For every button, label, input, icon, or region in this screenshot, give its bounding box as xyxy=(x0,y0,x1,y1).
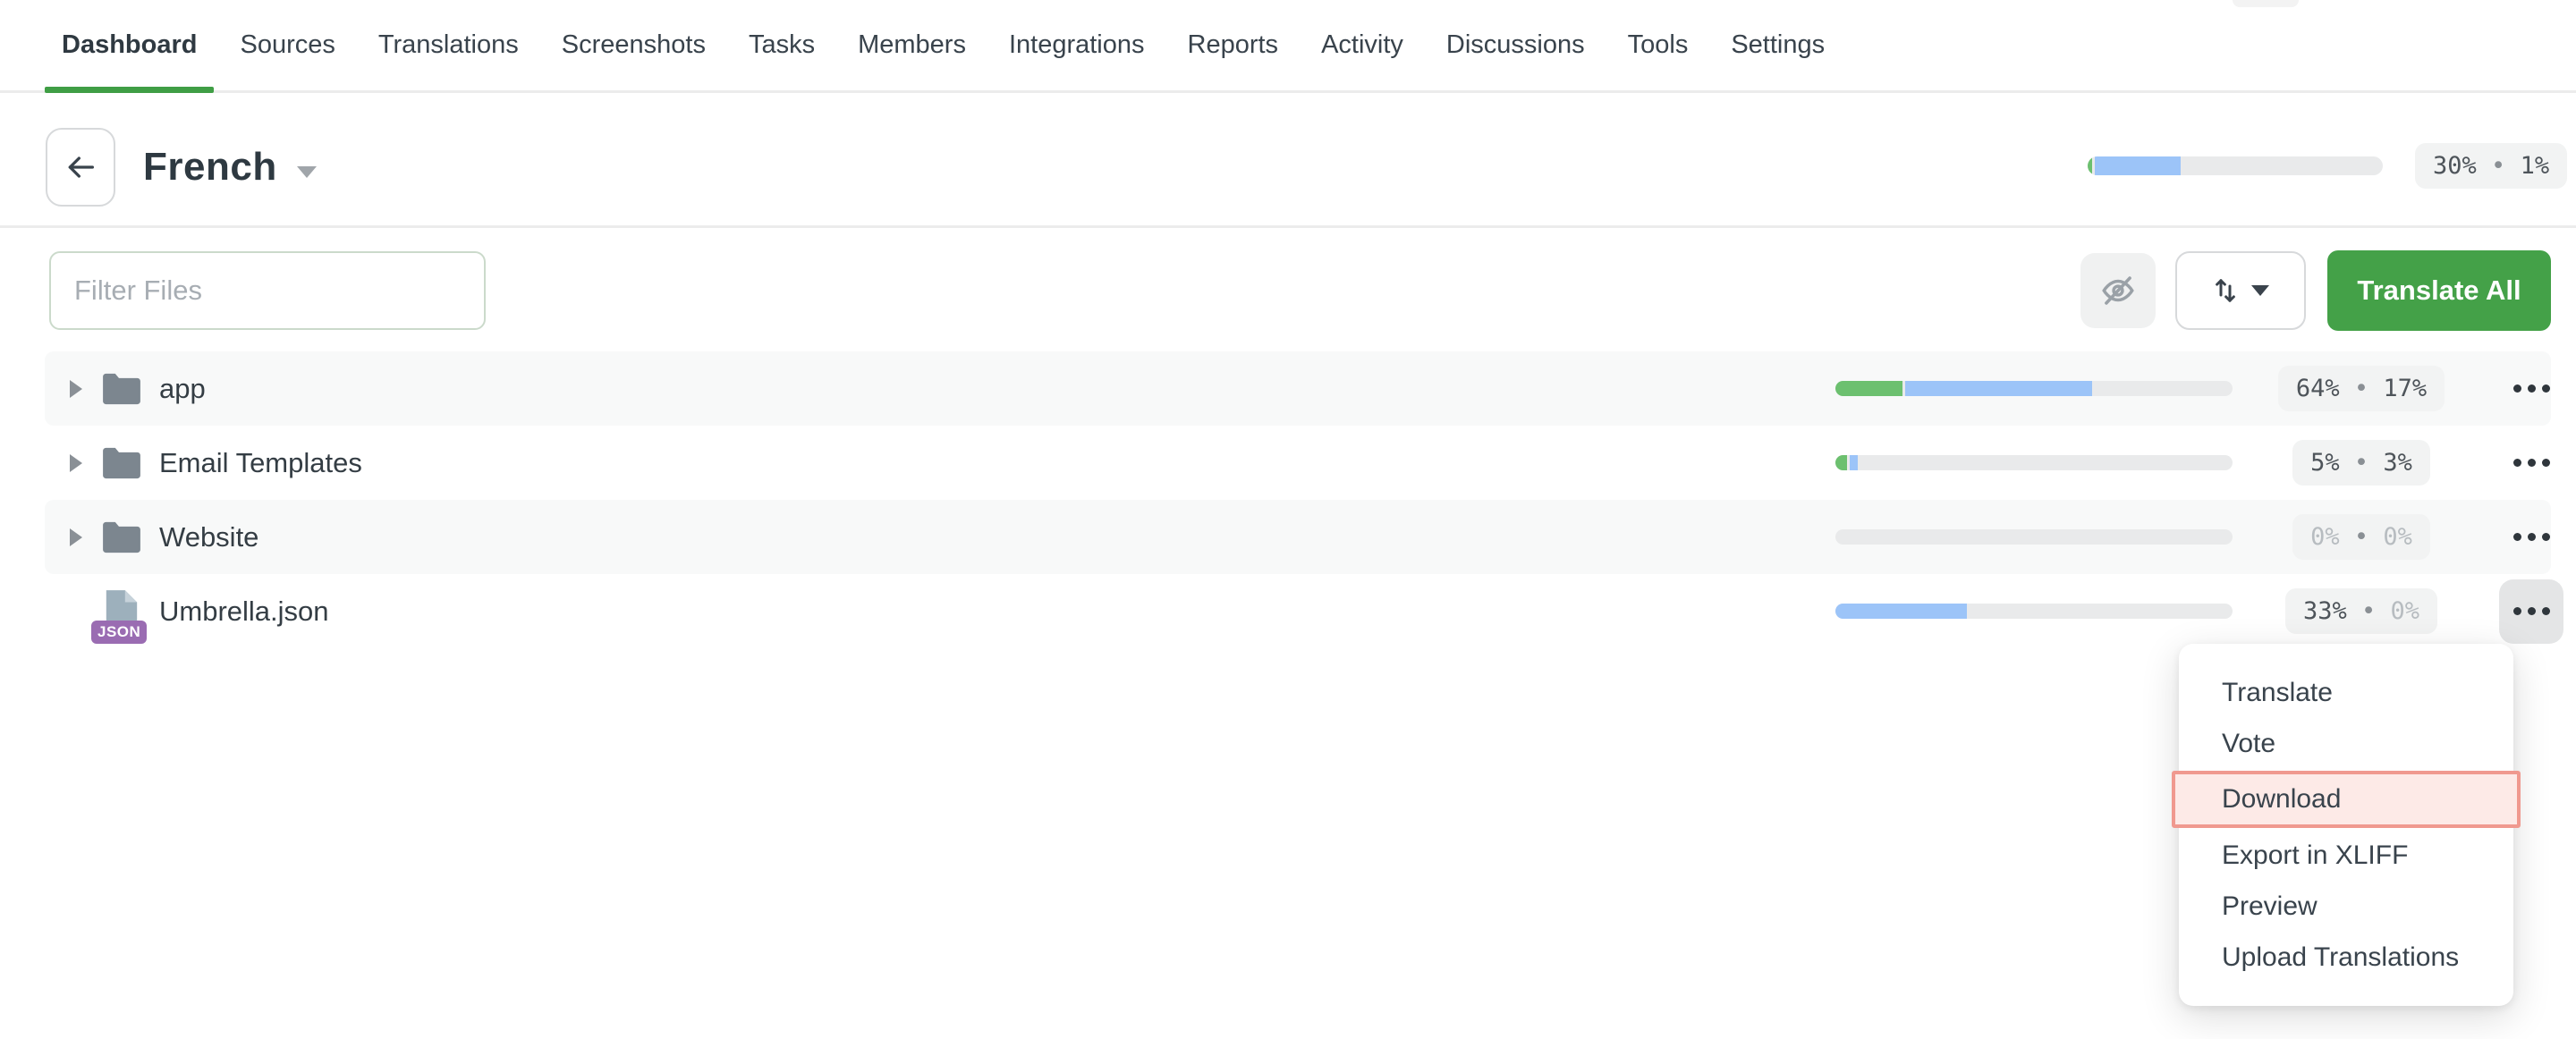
folder-icon xyxy=(101,520,142,554)
menu-item-export-xliff[interactable]: Export in XLIFF xyxy=(2179,830,2513,881)
file-row-website[interactable]: Website 0% • 0% xyxy=(45,500,2551,574)
row-more-actions-button[interactable] xyxy=(2499,357,2563,421)
tab-translations[interactable]: Translations xyxy=(361,30,536,90)
json-file-badge: JSON xyxy=(91,621,147,644)
menu-item-upload-translations[interactable]: Upload Translations xyxy=(2179,932,2513,983)
file-actions-menu: Translate Vote Download Export in XLIFF … xyxy=(2179,644,2513,1006)
header-divider xyxy=(0,225,2576,228)
menu-item-vote[interactable]: Vote xyxy=(2179,718,2513,769)
ellipsis-icon xyxy=(2513,384,2521,393)
tab-members[interactable]: Members xyxy=(841,30,983,90)
tab-tasks[interactable]: Tasks xyxy=(732,30,832,90)
approved-percent: 0% xyxy=(2391,597,2420,625)
cutoff-top-element xyxy=(2233,0,2299,7)
translated-progress-segment xyxy=(1850,455,1858,470)
row-more-actions-button[interactable] xyxy=(2499,431,2563,495)
approved-percent: 17% xyxy=(2383,375,2427,402)
file-row-umbrella-json[interactable]: JSON Umbrella.json 33% • 0% xyxy=(45,574,2551,648)
bullet-separator: • xyxy=(2354,449,2368,477)
row-progress-badge: 5% • 3% xyxy=(2292,440,2430,486)
translated-progress-segment xyxy=(1905,381,2092,396)
tab-reports[interactable]: Reports xyxy=(1171,30,1296,90)
expand-caret-icon[interactable] xyxy=(70,380,82,398)
file-row-email-templates[interactable]: Email Templates 5% • 3% xyxy=(45,426,2551,500)
file-name: Email Templates xyxy=(159,447,362,479)
header-progress-bar xyxy=(2088,156,2383,175)
folder-icon xyxy=(101,446,142,480)
tab-screenshots[interactable]: Screenshots xyxy=(545,30,723,90)
approved-percent: 3% xyxy=(2383,449,2412,477)
translated-percent: 5% xyxy=(2310,449,2340,477)
row-progress-bar xyxy=(1835,529,2233,545)
language-dropdown-caret-icon[interactable] xyxy=(297,166,317,178)
tab-tools[interactable]: Tools xyxy=(1611,30,1706,90)
bullet-separator: • xyxy=(2361,597,2376,625)
row-progress-bar xyxy=(1835,455,2233,470)
ellipsis-icon xyxy=(2513,607,2521,615)
eye-off-icon xyxy=(2099,272,2137,309)
header-progress-badge: 30% • 1% xyxy=(2415,143,2567,189)
folder-icon xyxy=(101,372,142,406)
translated-percent: 30% xyxy=(2433,152,2477,180)
back-button[interactable] xyxy=(46,128,115,207)
menu-item-preview[interactable]: Preview xyxy=(2179,881,2513,932)
menu-item-download[interactable]: Download xyxy=(2172,771,2521,828)
approved-percent: 1% xyxy=(2521,152,2550,180)
tab-sources[interactable]: Sources xyxy=(223,30,352,90)
sort-dropdown-caret-icon xyxy=(2251,285,2269,296)
file-row-app[interactable]: app 64% • 17% xyxy=(45,351,2551,426)
page-title: French xyxy=(143,145,277,190)
tab-settings[interactable]: Settings xyxy=(1714,30,1842,90)
ellipsis-icon xyxy=(2513,459,2521,467)
translated-progress-segment xyxy=(1835,604,1967,619)
translated-progress-segment xyxy=(2095,156,2181,175)
translated-percent: 0% xyxy=(2310,523,2340,551)
tab-activity[interactable]: Activity xyxy=(1304,30,1420,90)
approved-progress-segment xyxy=(1835,455,1847,470)
row-progress-badge: 64% • 17% xyxy=(2278,366,2445,411)
file-name: Website xyxy=(159,521,258,553)
menu-item-translate[interactable]: Translate xyxy=(2179,667,2513,718)
translated-percent: 33% xyxy=(2303,597,2347,625)
file-list: app 64% • 17% Email Templates 5% • 3% xyxy=(45,351,2551,648)
approved-progress-segment xyxy=(2088,156,2092,175)
row-more-actions-button-open[interactable] xyxy=(2499,579,2563,644)
translate-all-button[interactable]: Translate All xyxy=(2327,250,2551,331)
file-name: Umbrella.json xyxy=(159,596,329,628)
translated-percent: 64% xyxy=(2296,375,2340,402)
bullet-separator: • xyxy=(2491,152,2505,180)
sort-arrows-icon xyxy=(2212,275,2239,307)
row-progress-badge: 33% • 0% xyxy=(2285,588,2437,634)
filter-files-input[interactable] xyxy=(49,251,486,330)
ellipsis-icon xyxy=(2513,533,2521,541)
sort-button[interactable] xyxy=(2175,251,2306,330)
arrow-left-icon xyxy=(63,149,98,185)
row-progress-badge: 0% • 0% xyxy=(2292,514,2430,560)
row-more-actions-button[interactable] xyxy=(2499,505,2563,570)
bullet-separator: • xyxy=(2354,375,2368,402)
bullet-separator: • xyxy=(2354,523,2368,551)
expand-caret-icon[interactable] xyxy=(70,528,82,546)
tab-integrations[interactable]: Integrations xyxy=(992,30,1162,90)
row-progress-bar xyxy=(1835,381,2233,396)
file-name: app xyxy=(159,373,206,405)
tab-discussions[interactable]: Discussions xyxy=(1429,30,1602,90)
approved-progress-segment xyxy=(1835,381,1902,396)
tab-dashboard[interactable]: Dashboard xyxy=(45,30,214,90)
hide-completed-button[interactable] xyxy=(2080,253,2156,328)
expand-caret-icon[interactable] xyxy=(70,454,82,472)
approved-percent: 0% xyxy=(2383,523,2412,551)
row-progress-bar xyxy=(1835,604,2233,619)
top-navigation: Dashboard Sources Translations Screensho… xyxy=(0,0,2576,93)
